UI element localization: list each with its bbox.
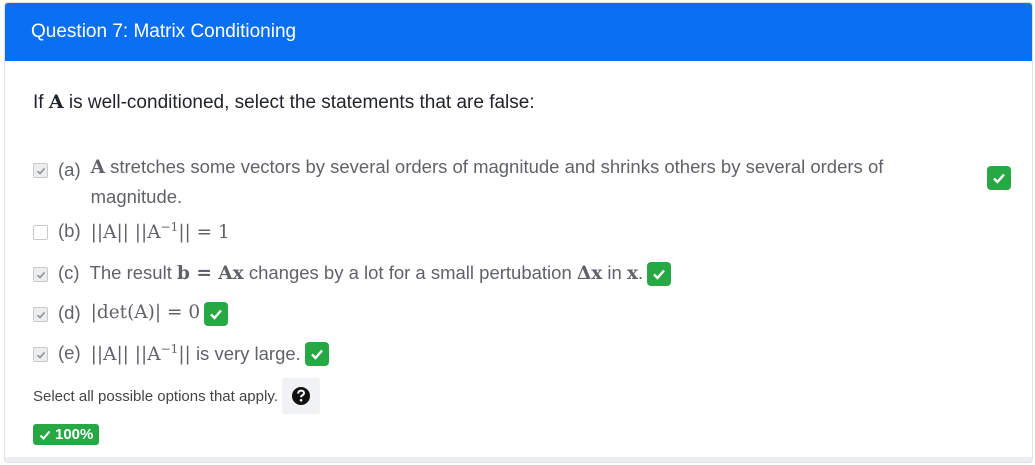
check-icon [36,311,45,319]
question-circle-icon [291,387,310,405]
question-title: Question 7: Matrix Conditioning [31,21,297,42]
option-text: ||A|| ||A−1|| = 1 [90,220,230,244]
option-text: |det(A)| = 0 [90,302,201,323]
correct-badge-c [647,262,672,286]
question-prompt: If A is well-conditioned, select the sta… [33,91,535,113]
checkbox-c[interactable] [33,267,48,282]
option-b[interactable]: (b) ||A|| ||A−1|| = 1 [33,220,1004,250]
score-row: 100% [33,424,1004,446]
correct-badge-a [987,166,1011,190]
option-letter: (e) [58,342,81,363]
correct-badge-d [204,302,229,326]
option-a[interactable]: (a) A stretches some vectors by several … [33,152,1011,210]
option-c[interactable]: (c) The result b = Ax changes by a lot f… [33,262,1004,292]
option-letter: (a) [58,159,81,180]
question-card: Question 7: Matrix Conditioning If A is … [4,2,1033,463]
question-header: Question 7: Matrix Conditioning [5,3,1032,61]
check-icon [36,351,45,359]
checkbox-e[interactable] [33,347,48,362]
check-icon [993,173,1005,184]
help-text: Select all possible options that apply. [33,387,278,405]
option-letter: (c) [58,262,80,283]
option-text: A stretches some vectors by several orde… [90,156,884,207]
option-text: The result b = Ax changes by a lot for a… [89,262,644,284]
option-d[interactable]: (d) |det(A)| = 0 [33,302,1004,332]
option-letter: (d) [58,302,81,323]
option-letter: (b) [58,220,81,241]
card-footer-divider [5,457,1032,462]
check-icon [210,309,223,320]
checkbox-d[interactable] [33,307,48,322]
help-button[interactable] [281,378,320,414]
checkbox-b[interactable] [33,225,48,240]
check-icon [310,349,323,360]
checkbox-a[interactable] [33,163,48,178]
check-icon [36,271,45,279]
check-icon [36,167,45,175]
check-icon [653,269,666,280]
score-badge: 100% [33,424,100,445]
help-row: Select all possible options that apply. [33,378,1004,414]
option-text: ||A|| ||A−1|| is very large. [90,342,301,366]
option-e[interactable]: (e) ||A|| ||A−1|| is very large. [33,342,1004,372]
question-body: If A is well-conditioned, select the sta… [5,91,1032,446]
matrix-symbol: A [48,91,64,113]
check-icon [39,430,51,440]
correct-badge-e [304,342,329,366]
